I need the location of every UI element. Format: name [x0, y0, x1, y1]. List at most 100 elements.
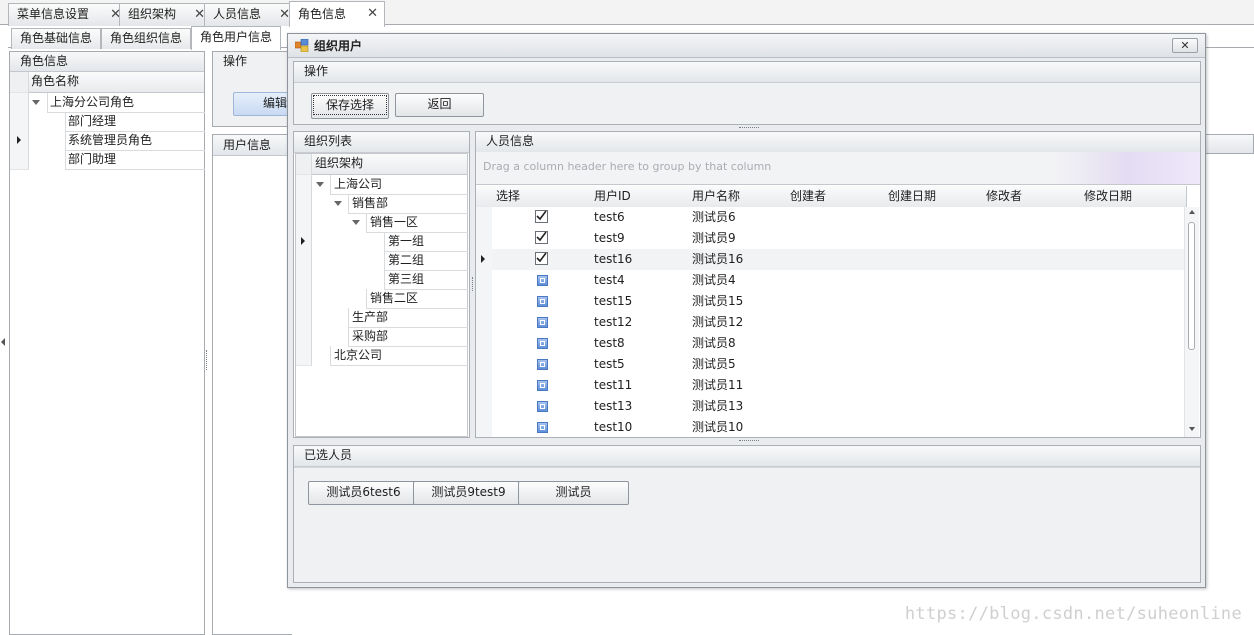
empty-cell	[786, 354, 889, 376]
empty-cell	[1080, 270, 1187, 292]
empty-cell	[1080, 396, 1187, 418]
empty-cell	[1080, 249, 1187, 271]
close-icon[interactable]: ✕	[367, 2, 378, 26]
panel-title: 人员信息	[476, 132, 1200, 153]
selected-person-button[interactable]: 测试员6test6	[308, 481, 419, 505]
tree-node[interactable]: 部门经理	[10, 112, 205, 132]
select-cell[interactable]	[492, 207, 595, 229]
select-cell[interactable]	[492, 417, 595, 437]
column-header-user-name[interactable]: 用户名称	[688, 186, 791, 208]
dialog-title-bar[interactable]: 组织用户 ✕	[288, 34, 1205, 58]
select-cell[interactable]	[492, 291, 595, 313]
group-by-panel[interactable]: Drag a column header here to group by th…	[476, 152, 1200, 185]
empty-cell	[884, 333, 987, 355]
empty-cell	[786, 249, 889, 271]
select-cell[interactable]	[492, 396, 595, 418]
tab-role-basic[interactable]: 角色基础信息	[11, 28, 102, 49]
tab-org-structure[interactable]: 组织架构 ✕	[119, 3, 212, 26]
checkbox-checked[interactable]	[535, 210, 548, 223]
select-cell[interactable]	[492, 312, 595, 334]
select-cell[interactable]	[492, 228, 595, 250]
checkbox-unchecked[interactable]	[537, 296, 548, 307]
tab-label: 组织架构	[128, 7, 177, 21]
selected-people-panel: 已选人员 测试员6test6 测试员9test9 测试员	[293, 445, 1201, 583]
org-tree-header: 组织架构	[296, 154, 467, 175]
checkbox-checked[interactable]	[535, 231, 548, 244]
empty-cell	[884, 312, 987, 334]
scroll-down-icon[interactable]	[1189, 427, 1195, 431]
column-header-creator[interactable]: 创建者	[786, 186, 889, 208]
empty-cell	[1080, 417, 1187, 437]
org-tree-node[interactable]: 销售一区	[296, 213, 468, 233]
tree-node-root[interactable]: 上海分公司角色	[10, 93, 205, 113]
column-header-user-id[interactable]: 用户ID	[590, 186, 693, 208]
user-id-cell: test13	[590, 396, 693, 418]
select-cell[interactable]	[492, 375, 595, 397]
select-cell[interactable]	[492, 249, 595, 271]
checkbox-unchecked[interactable]	[537, 338, 548, 349]
tree-node-label: 上海公司	[334, 177, 383, 191]
tab-menu-settings[interactable]: 菜单信息设置 ✕	[8, 3, 128, 26]
checkbox-unchecked[interactable]	[537, 422, 548, 433]
org-tree-node[interactable]: 第三组	[296, 270, 468, 290]
checkbox-unchecked[interactable]	[537, 275, 548, 286]
selected-person-button[interactable]: 测试员9test9	[413, 481, 524, 505]
selected-person-button[interactable]: 测试员	[518, 481, 629, 505]
save-selection-button[interactable]: 保存选择	[311, 93, 389, 119]
tab-role-org[interactable]: 角色组织信息	[101, 28, 192, 49]
checkbox-unchecked[interactable]	[537, 359, 548, 370]
empty-cell	[982, 312, 1085, 334]
select-cell[interactable]	[492, 333, 595, 355]
scroll-thumb[interactable]	[1188, 222, 1195, 350]
checkbox-unchecked[interactable]	[537, 317, 548, 328]
column-header-role-name[interactable]: 角色名称	[31, 72, 79, 90]
expand-icon[interactable]	[316, 182, 324, 187]
org-tree-node[interactable]: 第一组	[296, 232, 468, 252]
empty-cell	[884, 228, 987, 250]
column-header-create-date[interactable]: 创建日期	[884, 186, 987, 208]
splitter-handle[interactable]	[206, 350, 209, 370]
empty-cell	[884, 354, 987, 376]
scroll-up-icon[interactable]	[1189, 210, 1195, 214]
org-tree-node[interactable]: 上海公司	[296, 175, 468, 195]
tree-node-label: 第二组	[388, 253, 425, 267]
vertical-scrollbar[interactable]	[1184, 207, 1199, 437]
select-cell[interactable]	[492, 270, 595, 292]
expand-icon[interactable]	[334, 201, 342, 206]
empty-cell	[1080, 312, 1187, 334]
back-button[interactable]: 返回	[395, 93, 484, 117]
button-label: 编辑	[262, 96, 287, 110]
expand-icon[interactable]	[352, 220, 360, 225]
checkbox-unchecked[interactable]	[537, 401, 548, 412]
select-cell[interactable]	[492, 354, 595, 376]
user-name-cell: 测试员9	[688, 228, 791, 250]
checkbox-checked[interactable]	[535, 252, 548, 265]
org-tree-node[interactable]: 销售二区	[296, 289, 468, 309]
tab-staff-info[interactable]: 人员信息 ✕	[204, 3, 297, 26]
org-tree-node[interactable]: 销售部	[296, 194, 468, 214]
user-name-cell: 测试员13	[688, 396, 791, 418]
checkbox-unchecked[interactable]	[537, 380, 548, 391]
splitter-handle[interactable]	[739, 440, 759, 444]
tree-node-label: 系统管理员角色	[68, 133, 153, 147]
org-tree-node[interactable]: 生产部	[296, 308, 468, 328]
column-header-modify-date[interactable]: 修改日期	[1080, 186, 1187, 208]
panel-title: 已选人员	[294, 446, 1200, 467]
empty-cell	[1080, 375, 1187, 397]
tree-node[interactable]: 部门助理	[10, 150, 205, 170]
tree-node[interactable]: 系统管理员角色	[10, 131, 205, 151]
panel-title: 用户信息	[213, 135, 292, 156]
org-tree-node[interactable]: 采购部	[296, 327, 468, 347]
org-tree-node[interactable]: 北京公司	[296, 346, 468, 366]
org-tree-node[interactable]: 第二组	[296, 251, 468, 271]
user-name-cell: 测试员11	[688, 375, 791, 397]
close-button[interactable]: ✕	[1172, 38, 1198, 53]
dialog-operation-panel: 操作 保存选择 返回	[293, 61, 1201, 125]
expand-icon[interactable]	[32, 100, 40, 105]
tab-role-users[interactable]: 角色用户信息	[191, 26, 282, 50]
tab-role-info[interactable]: 角色信息 ✕	[289, 1, 385, 27]
column-header-select[interactable]: 选择	[492, 186, 595, 208]
column-header-modifier[interactable]: 修改者	[982, 186, 1085, 208]
collapse-left-icon[interactable]	[1, 338, 5, 346]
column-header-org[interactable]: 组织架构	[315, 154, 363, 172]
